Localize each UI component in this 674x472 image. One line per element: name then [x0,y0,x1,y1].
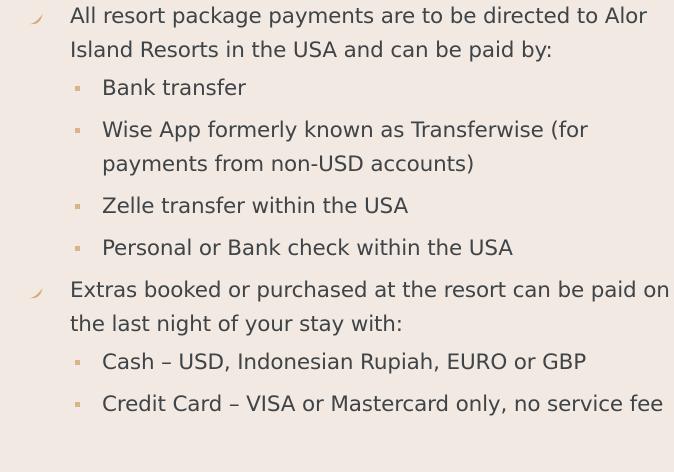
main-item-text: Extras booked or purchased at the resort… [70,278,670,337]
square-bullet-icon [75,360,80,365]
payment-methods-list: Bank transfer Wise App formerly known as… [70,72,674,266]
main-item-text: All resort package payments are to be di… [70,4,647,63]
extras-payment-methods-list: Cash – USD, Indonesian Rupiah, EURO or G… [70,346,674,422]
payment-method-zelle: Zelle transfer within the USA [70,190,674,224]
sub-item-text: Bank transfer [102,76,246,101]
sub-item-text: Cash – USD, Indonesian Rupiah, EURO or G… [102,350,587,375]
square-bullet-icon [75,204,80,209]
sub-item-text: Credit Card – VISA or Mastercard only, n… [102,392,664,417]
payment-method-credit-card: Credit Card – VISA or Mastercard only, n… [70,388,674,422]
payment-method-check: Personal or Bank check within the USA [70,232,674,266]
leaf-icon [27,14,43,25]
payment-method-wise-app: Wise App formerly known as Transferwise … [70,114,674,182]
payment-info-item-extras: Extras booked or purchased at the resort… [0,274,674,422]
sub-item-text: Zelle transfer within the USA [102,194,409,219]
payment-method-cash: Cash – USD, Indonesian Rupiah, EURO or G… [70,346,674,380]
payment-info-item-resort-packages: All resort package payments are to be di… [0,0,674,266]
square-bullet-icon [75,128,80,133]
payment-info-content: All resort package payments are to be di… [0,0,674,472]
payment-method-bank-transfer: Bank transfer [70,72,674,106]
square-bullet-icon [75,402,80,407]
sub-item-text: Personal or Bank check within the USA [102,236,513,261]
sub-item-text: Wise App formerly known as Transferwise … [102,118,588,177]
leaf-icon [27,288,43,299]
square-bullet-icon [75,246,80,251]
payment-info-list: All resort package payments are to be di… [0,0,674,422]
square-bullet-icon [75,86,80,91]
